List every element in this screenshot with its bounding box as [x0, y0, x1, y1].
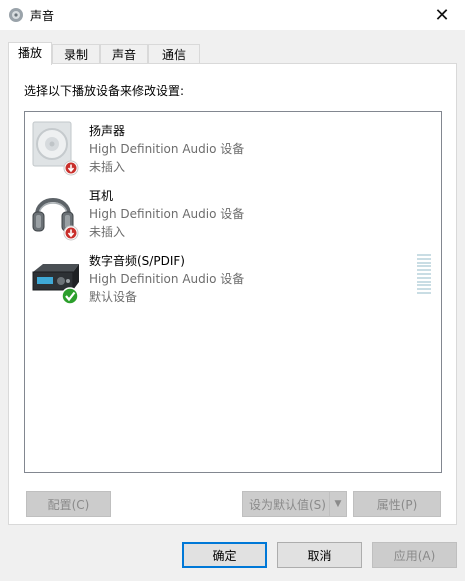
device-description: High Definition Audio 设备: [89, 272, 245, 286]
ok-button[interactable]: 确定: [182, 542, 267, 568]
speaker-icon: [32, 121, 79, 176]
device-state: 未插入: [89, 225, 126, 239]
unplugged-badge: [63, 160, 79, 176]
set-default-dropdown[interactable]: ▼: [329, 491, 347, 517]
device-description: High Definition Audio 设备: [89, 207, 245, 221]
device-state: 默认设备: [89, 290, 138, 304]
title-bar: 声音 ✕: [0, 0, 465, 30]
window-title: 声音: [30, 9, 55, 23]
volume-meter: [417, 254, 431, 294]
close-button[interactable]: ✕: [419, 0, 465, 30]
receiver-icon: [32, 264, 79, 305]
list-item[interactable]: 耳机 High Definition Audio 设备 未插入: [25, 183, 441, 245]
tab-panel: 选择以下播放设备来修改设置: 扬声器 High Definition Audio…: [8, 63, 457, 525]
tab-sounds[interactable]: 声音: [100, 44, 148, 64]
apply-button[interactable]: 应用(A): [372, 542, 457, 568]
instruction-text: 选择以下播放设备来修改设置:: [24, 84, 185, 98]
list-item[interactable]: 扬声器 High Definition Audio 设备 未插入: [25, 118, 441, 180]
configure-button[interactable]: 配置(C): [26, 491, 111, 517]
tab-communications[interactable]: 通信: [148, 44, 200, 64]
properties-button[interactable]: 属性(P): [353, 491, 441, 517]
device-name: 数字音频(S/PDIF): [89, 254, 185, 268]
default-check-badge: [61, 287, 79, 305]
tab-recording[interactable]: 录制: [52, 44, 100, 64]
device-name: 扬声器: [89, 124, 126, 138]
device-name: 耳机: [89, 189, 114, 203]
device-description: High Definition Audio 设备: [89, 142, 245, 156]
tab-playback[interactable]: 播放: [8, 42, 52, 65]
headphones-icon: [32, 198, 79, 241]
list-item[interactable]: 数字音频(S/PDIF) High Definition Audio 设备 默认…: [25, 248, 441, 310]
unplugged-badge: [63, 225, 79, 241]
chevron-down-icon: ▼: [334, 499, 342, 509]
device-state: 未插入: [89, 160, 126, 174]
set-default-label: 设为默认值(S): [249, 497, 326, 512]
speaker-app-icon: [9, 8, 23, 22]
cancel-button[interactable]: 取消: [277, 542, 362, 568]
device-list: 扬声器 High Definition Audio 设备 未插入 耳机 High: [24, 111, 442, 473]
close-icon: ✕: [434, 4, 450, 26]
